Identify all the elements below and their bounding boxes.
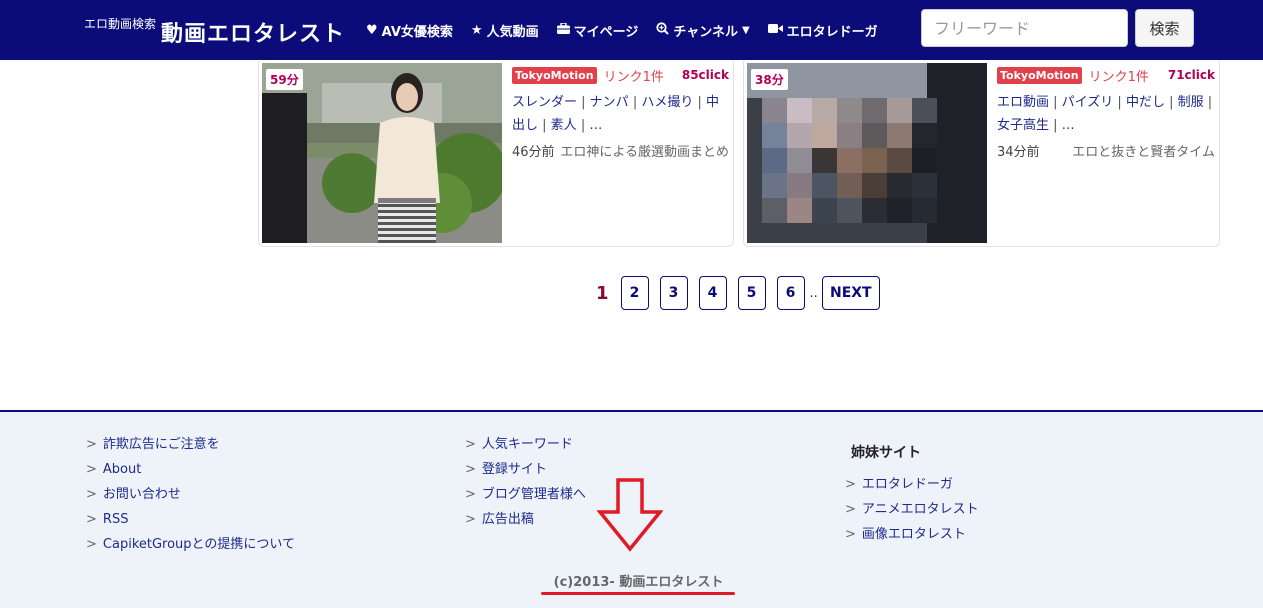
nav-erotare-douga[interactable]: エロタレドーガ bbox=[767, 21, 878, 40]
click-count: 71click bbox=[1167, 68, 1215, 82]
footer-link-anime-erotarest[interactable]: > アニメエロタレスト bbox=[845, 497, 979, 522]
footer-column: > 詐欺広告にご注意を > About > お問い合わせ > RSS > CapiketG… bbox=[86, 432, 295, 557]
source-site[interactable]: エロ神による厳選動画まとめ bbox=[560, 141, 729, 160]
source-badge: TokyoMotion bbox=[512, 66, 597, 84]
footer-link-popular-keywords[interactable]: > 人気キーワード bbox=[465, 432, 586, 457]
link-count[interactable]: リンク1件 bbox=[1089, 66, 1149, 85]
caret-down-icon: ▼ bbox=[741, 24, 750, 36]
footer-link-advertise[interactable]: > 広告出稿 bbox=[465, 507, 586, 532]
video-thumbnail[interactable]: 59分 bbox=[262, 63, 502, 243]
source-badge: TokyoMotion bbox=[997, 66, 1082, 84]
pagination-ellipsis: .. bbox=[809, 285, 818, 301]
time-ago: 46分前 bbox=[512, 145, 555, 160]
video-info: TokyoMotion リンク1件 85click スレンダー | ナンパ | … bbox=[512, 65, 729, 161]
click-count: 85click bbox=[681, 68, 729, 82]
footer-link-scam-ads[interactable]: > 詐欺広告にご注意を bbox=[86, 432, 295, 457]
tag-link[interactable]: 素人 bbox=[551, 118, 577, 133]
main-nav: ♥ AV女優検索 ★ 人気動画 マイページ チャンネル ▼ エロタレドーガ bbox=[366, 20, 878, 40]
tag-link[interactable]: ナンパ bbox=[590, 95, 629, 110]
page-2-button[interactable]: 2 bbox=[620, 276, 649, 310]
duration-badge: 59分 bbox=[266, 69, 303, 90]
tag-link[interactable]: スレンダー bbox=[512, 95, 577, 110]
heart-icon: ♥ bbox=[366, 22, 378, 38]
nav-label: マイページ bbox=[573, 24, 639, 40]
site-header: エロ動画検索 動画エロタレスト ♥ AV女優検索 ★ 人気動画 マイページ チャ… bbox=[0, 0, 1263, 60]
search-input[interactable] bbox=[921, 9, 1128, 47]
video-thumbnail[interactable]: 38分 bbox=[747, 63, 987, 243]
tag-list: スレンダー | ナンパ | ハメ撮り | 中出し | 素人 | … bbox=[512, 95, 720, 133]
footer-link-registered-sites[interactable]: > 登録サイト bbox=[465, 457, 586, 482]
video-card[interactable]: 38分 TokyoMotion リンク1件 71click エロ動画 | パイズ… bbox=[743, 61, 1220, 247]
next-page-button[interactable]: NEXT bbox=[821, 276, 880, 310]
footer-link-capiket[interactable]: > CapiketGroupとの提携について bbox=[86, 532, 295, 557]
tag-link[interactable]: 制服 bbox=[1178, 95, 1204, 110]
more-tags[interactable]: … bbox=[1062, 118, 1075, 133]
nav-my-page[interactable]: マイページ bbox=[556, 21, 639, 40]
nav-label: チャンネル bbox=[673, 24, 738, 40]
nav-label: 人気動画 bbox=[486, 24, 539, 40]
nav-label: AV女優検索 bbox=[381, 24, 453, 40]
page-4-button[interactable]: 4 bbox=[698, 276, 727, 310]
footer-link-about[interactable]: > About bbox=[86, 457, 295, 482]
tag-link[interactable]: ハメ撮り bbox=[641, 95, 693, 110]
page-3-button[interactable]: 3 bbox=[659, 276, 688, 310]
footer-column: > 人気キーワード > 登録サイト > ブログ管理者様へ > 広告出稿 bbox=[465, 432, 586, 532]
video-info: TokyoMotion リンク1件 71click エロ動画 | パイズリ | … bbox=[997, 65, 1215, 161]
logo-subtitle[interactable]: エロ動画検索 bbox=[84, 15, 156, 32]
tag-link[interactable]: 中だし bbox=[1126, 95, 1165, 110]
annotation-underline bbox=[541, 592, 735, 595]
nav-channel-dropdown[interactable]: チャンネル ▼ bbox=[656, 21, 750, 40]
star-icon: ★ bbox=[470, 22, 483, 38]
footer-column-sister-sites: 姉妹サイト > エロタレドーガ > アニメエロタレスト > 画像エロタレスト bbox=[845, 432, 979, 547]
site-logo[interactable]: 動画エロタレスト bbox=[161, 16, 345, 48]
more-tags[interactable]: … bbox=[589, 118, 602, 133]
tag-list: エロ動画 | パイズリ | 中だし | 制服 | 女子高生 | … bbox=[997, 95, 1213, 133]
nav-label: エロタレドーガ bbox=[786, 24, 878, 40]
nav-popular-videos[interactable]: ★ 人気動画 bbox=[471, 21, 539, 40]
tag-link[interactable]: エロ動画 bbox=[997, 95, 1049, 110]
tag-link[interactable]: パイズリ bbox=[1062, 95, 1114, 110]
video-card[interactable]: 59分 TokyoMotion リンク1件 85click スレンダー | ナン… bbox=[258, 61, 734, 247]
sister-sites-heading: 姉妹サイト bbox=[851, 445, 921, 461]
footer-link-erotare-douga[interactable]: > エロタレドーガ bbox=[845, 472, 979, 497]
briefcase-icon bbox=[556, 21, 570, 38]
current-page: 1 bbox=[596, 282, 609, 304]
footer-link-blog-admins[interactable]: > ブログ管理者様へ bbox=[465, 482, 586, 507]
search-button[interactable]: 検索 bbox=[1135, 9, 1194, 47]
duration-badge: 38分 bbox=[751, 69, 788, 90]
page-5-button[interactable]: 5 bbox=[737, 276, 766, 310]
link-count[interactable]: リンク1件 bbox=[604, 66, 664, 85]
footer-link-rss[interactable]: > RSS bbox=[86, 507, 295, 532]
footer-link-image-erotarest[interactable]: > 画像エロタレスト bbox=[845, 522, 979, 547]
tag-link[interactable]: 女子高生 bbox=[997, 118, 1049, 133]
copyright-text: (c)2013- 動画エロタレスト bbox=[553, 575, 724, 590]
nav-av-actress-search[interactable]: ♥ AV女優検索 bbox=[366, 21, 453, 40]
footer-link-contact[interactable]: > お問い合わせ bbox=[86, 482, 295, 507]
time-ago: 34分前 bbox=[997, 145, 1040, 160]
annotation-arrow-icon bbox=[596, 478, 664, 556]
pagination: 1 2 3 4 5 6 .. NEXT bbox=[596, 275, 880, 311]
video-camera-icon bbox=[767, 23, 783, 38]
source-site[interactable]: エロと抜きと賢者タイム bbox=[1072, 141, 1215, 160]
page-6-button[interactable]: 6 bbox=[776, 276, 805, 310]
search-plus-icon bbox=[656, 21, 670, 39]
